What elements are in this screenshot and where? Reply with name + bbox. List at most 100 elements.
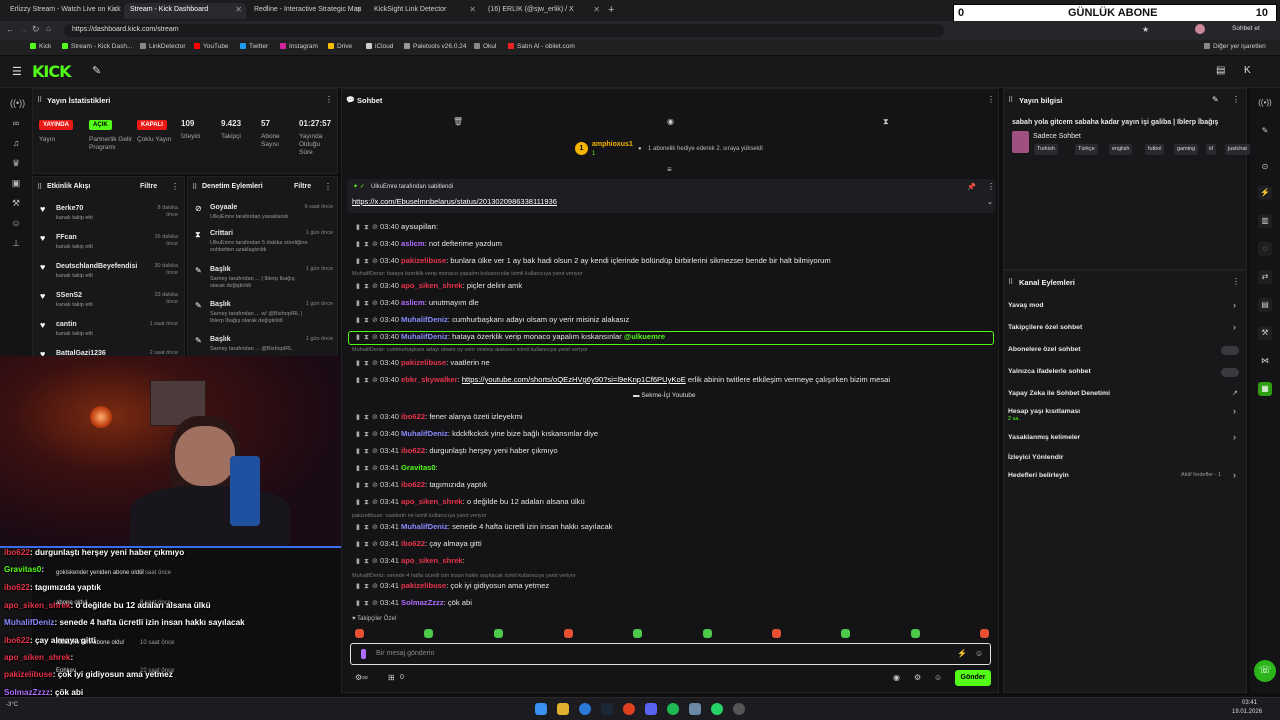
clock-time[interactable]: 03:41 xyxy=(1242,700,1257,706)
channel-action-item[interactable]: Hedefleri belirleyin Aktif hedefler - 1 › xyxy=(1003,470,1247,484)
moderation-target[interactable]: Başlık xyxy=(210,336,231,343)
activity-username[interactable]: Berke70 xyxy=(56,205,83,212)
emote-icon[interactable] xyxy=(772,629,781,638)
whatsapp-icon[interactable] xyxy=(711,703,723,715)
bookmark-okul[interactable]: Okul xyxy=(474,43,496,50)
message-username[interactable]: apo_siken_shrek xyxy=(401,281,463,290)
spotify-icon[interactable] xyxy=(667,703,679,715)
timeout-icon[interactable]: ⧗ xyxy=(364,241,372,249)
pin-icon[interactable]: ✎ xyxy=(92,64,101,77)
pin-message-icon[interactable]: ▮ xyxy=(356,257,364,265)
message-username[interactable]: pakizelibuse xyxy=(401,581,446,590)
message-username[interactable]: pakizelibuse xyxy=(401,256,446,265)
chat-message[interactable]: ▮ ⧗ ⊘ 03:40 pakizelibuse: vaatlerin ne xyxy=(356,358,490,371)
ban-icon[interactable]: ⊘ xyxy=(372,599,380,607)
stream-tag[interactable]: futbol xyxy=(1145,144,1165,155)
chat-message[interactable]: ▮ ⧗ ⊘ 03:41 pakizelibuse: çok iyi gidiyosun … xyxy=(356,581,549,594)
chat-message[interactable]: ▮ ⧗ ⊘ 03:41 ibo622: çay almaya gitti xyxy=(356,539,482,552)
ban-icon[interactable]: ⊘ xyxy=(372,481,380,489)
activity-item[interactable]: ♥ FFcan kanalı takip etti 16 dakika önce xyxy=(33,230,184,258)
moderation-item[interactable]: ✎ Başlık Sarney tarafından ... | Iblerp İb… xyxy=(188,263,337,295)
app-icon[interactable] xyxy=(689,703,701,715)
activity-item[interactable]: ♥ Berke70 kanalı takip etti 8 dakika önce xyxy=(33,201,184,229)
chevron-down-icon[interactable]: ⌄ xyxy=(987,198,993,206)
ban-icon[interactable]: ⊘ xyxy=(372,582,380,590)
bookmark-icloud[interactable]: iCloud xyxy=(366,43,393,50)
pin-message-icon[interactable]: ▮ xyxy=(356,223,364,231)
timeout-icon[interactable]: ⧗ xyxy=(364,558,372,566)
pin-message-icon[interactable]: ▮ xyxy=(356,299,364,307)
message-link[interactable]: https://youtube.com/shorts/oQEzHVg6y90?s… xyxy=(462,375,686,384)
browser-tab[interactable]: (16) ERLIK (@sjw_erlik) / X ✕ xyxy=(482,3,604,19)
pin-message-icon[interactable]: ▮ xyxy=(356,523,364,531)
category-name[interactable]: Sadece Sohbet xyxy=(1033,133,1081,140)
activity-item[interactable]: ♥ DeutschlandBeyefendisi kanalı takip etti… xyxy=(33,259,184,287)
emote-icon[interactable] xyxy=(911,629,920,638)
drag-handle-icon[interactable]: ⠿ xyxy=(37,183,42,191)
chat-message[interactable]: ▮ ⧗ ⊘ 03:40 apo_siken_shrek: piçler delirir … xyxy=(356,281,522,294)
message-username[interactable]: ibo622 xyxy=(401,446,425,455)
edit-icon[interactable]: ✎ xyxy=(1212,95,1219,104)
profile-chat-button[interactable]: Sohbet et xyxy=(1232,25,1260,32)
timeout-icon[interactable]: ⧗ xyxy=(364,600,372,608)
moderation-target[interactable]: Başlık xyxy=(210,266,231,273)
moderation-target[interactable]: Crittari xyxy=(210,230,233,237)
menu-icon[interactable]: ☰ xyxy=(12,65,22,78)
message-username[interactable]: ibo622 xyxy=(401,480,425,489)
drag-handle-icon[interactable]: ⠿ xyxy=(192,183,197,191)
pin-message-icon[interactable]: ▮ xyxy=(356,333,364,341)
browser-tab[interactable]: Redline - Interactive Strategic Map ✕ xyxy=(248,3,366,19)
stream-tag[interactable]: english xyxy=(1109,144,1133,155)
lightning-icon[interactable]: ⚡ xyxy=(1258,186,1272,200)
clock-date[interactable]: 19.01.2026 xyxy=(1232,709,1262,715)
timeout-icon[interactable]: ⧗ xyxy=(364,583,372,591)
chat-message[interactable]: ▮ ⧗ ⊘ 03:41 Gravitas0: xyxy=(356,463,438,476)
back-icon[interactable]: ← xyxy=(6,25,14,34)
channel-action-item[interactable]: Yalnızca ifadelerle sohbet xyxy=(1003,366,1247,380)
timeout-icon[interactable]: ⧗ xyxy=(364,448,372,456)
stream-tag[interactable]: Türkçe xyxy=(1075,144,1098,155)
top-gifter-name[interactable]: amphioxus1 xyxy=(592,141,633,148)
clipboard-icon[interactable]: ▥ xyxy=(1258,214,1272,228)
bookmark-star-icon[interactable]: ★ xyxy=(1142,25,1149,34)
ban-icon[interactable]: ⊘ xyxy=(372,333,380,341)
close-tab-icon[interactable]: ✕ xyxy=(469,5,476,14)
users-icon[interactable]: ☺ xyxy=(934,673,942,682)
home-icon[interactable]: ⌂ xyxy=(46,24,51,33)
ban-icon[interactable]: ⊘ xyxy=(372,240,380,248)
timeout-icon[interactable]: ⧗ xyxy=(364,300,372,308)
emote-icon[interactable] xyxy=(703,629,712,638)
activity-username[interactable]: DeutschlandBeyefendisi xyxy=(56,263,137,270)
unpin-icon[interactable]: 📌 xyxy=(967,183,976,191)
close-tab-icon[interactable]: ✕ xyxy=(355,5,362,14)
close-tab-icon[interactable]: ✕ xyxy=(111,5,118,14)
ban-icon[interactable]: ⊘ xyxy=(372,282,380,290)
emote-icon[interactable] xyxy=(424,629,433,638)
ban-icon[interactable]: ⊘ xyxy=(372,299,380,307)
external-link-icon[interactable]: ↗ xyxy=(1232,389,1238,397)
chat-settings-icon[interactable]: ◉ xyxy=(893,673,900,682)
bookmark-paletools[interactable]: Paletools v26.0.24 xyxy=(404,43,466,50)
message-username[interactable]: ibo622 xyxy=(401,539,425,548)
pin-message-icon[interactable]: ▮ xyxy=(356,557,364,565)
drag-handle-icon[interactable]: ⠿ xyxy=(1008,96,1013,104)
chat-message[interactable]: ▮ ⧗ ⊘ 03:40 aslicm: not defterime yazdum xyxy=(356,239,502,252)
ban-icon[interactable]: ⊘ xyxy=(372,316,380,324)
timeout-icon[interactable]: ⧗ xyxy=(364,377,372,385)
channel-action-item[interactable]: Yasaklanmış kelimeler › xyxy=(1003,432,1247,446)
pin-message-icon[interactable]: ▮ xyxy=(356,376,364,384)
pin-message-icon[interactable]: ▮ xyxy=(356,413,364,421)
chat-bubble-icon[interactable]: ◉ xyxy=(667,117,674,126)
moderation-item[interactable]: ⧗ Crittari UlkuEmre tarafından 5 dakika sü… xyxy=(188,227,337,259)
ban-icon[interactable]: ⊘ xyxy=(372,223,380,231)
share-icon[interactable]: ⋈ xyxy=(1258,354,1272,368)
message-username[interactable]: MuhalifDeniz xyxy=(401,522,448,531)
stream-tag[interactable]: irl xyxy=(1206,144,1217,155)
chat-input[interactable]: Bir mesaj gönderin ⚡ ☺ xyxy=(350,643,991,665)
chat-message[interactable]: ▮ ⧗ ⊘ 03:40 MuhalifDeniz: kdckfkckck yine bi… xyxy=(356,429,598,442)
emote-icon[interactable] xyxy=(564,629,573,638)
message-username[interactable]: apo_siken_shrek xyxy=(401,497,463,506)
users-icon[interactable]: ☺ xyxy=(10,218,22,228)
timeout-icon[interactable]: ⧗ xyxy=(364,258,372,266)
pin-message-icon[interactable]: ▮ xyxy=(356,447,364,455)
